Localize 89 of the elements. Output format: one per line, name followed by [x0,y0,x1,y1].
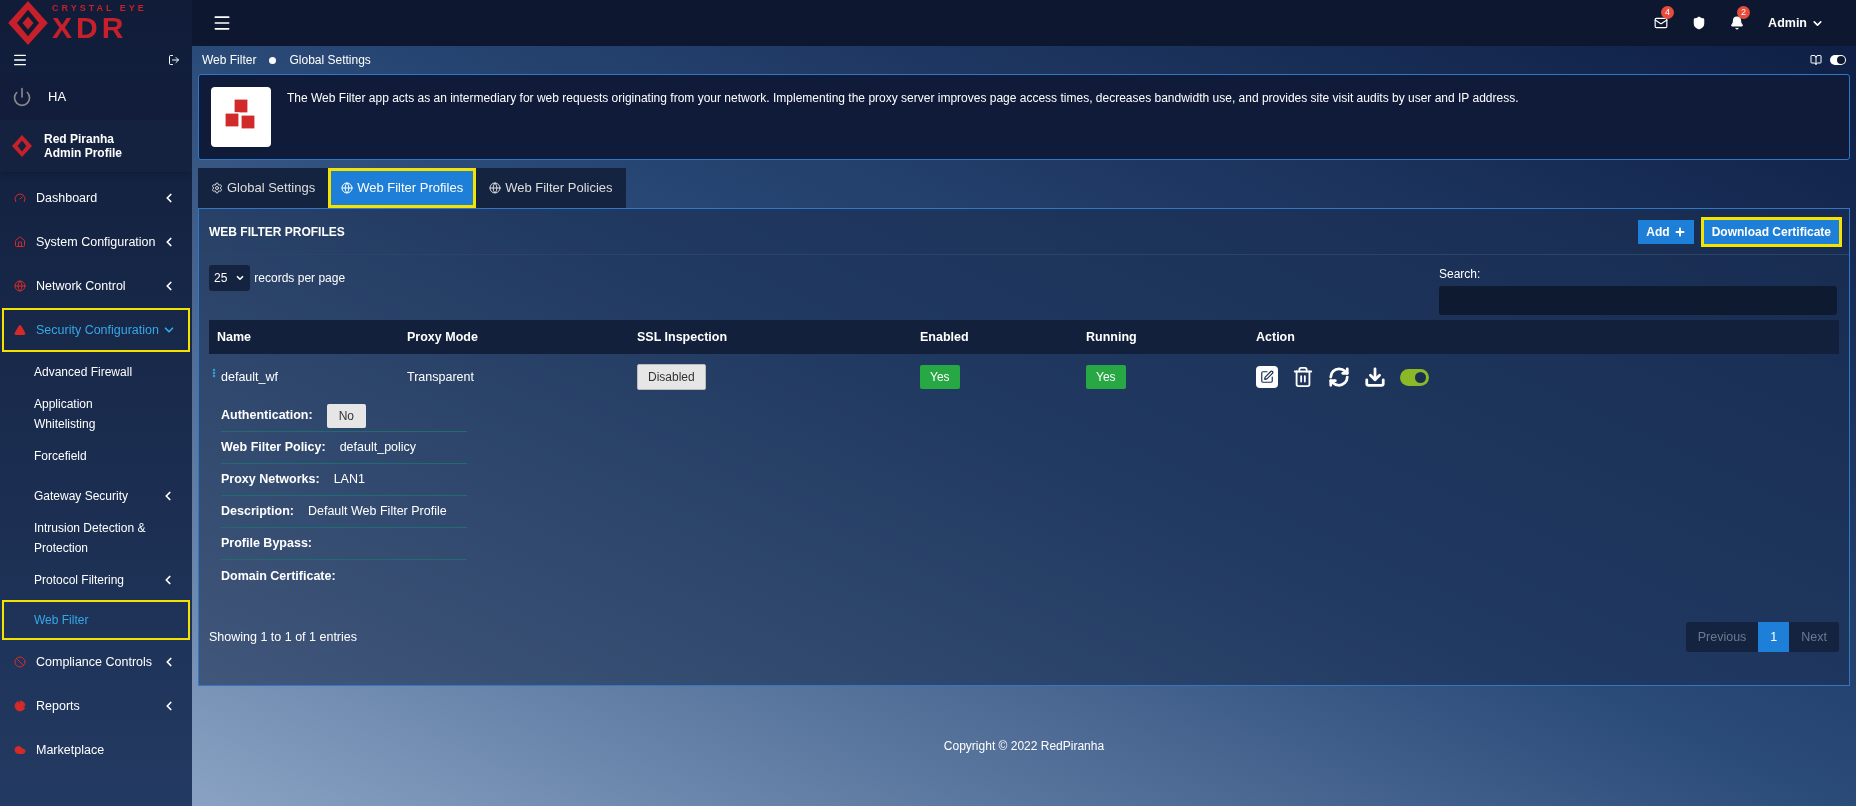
detail-value: Default Web Filter Profile [307,503,447,521]
breadcrumb-link[interactable]: Web Filter [202,51,257,69]
sidebar-subitem[interactable]: Protocol Filtering [2,560,190,600]
panel-title: WEB FILTER PROFILES [209,223,345,241]
sidebar-subitem[interactable]: Intrusion Detection & Protection [2,516,190,560]
shield-icon[interactable] [1692,16,1707,30]
power-icon [12,87,32,107]
status-badge: Yes [920,365,960,389]
ha-label: HA [48,88,67,107]
status-badge: Yes [1086,365,1126,389]
gears-icon [211,182,223,194]
detail-badge: No [326,403,366,428]
diamond-logo-icon [8,1,48,45]
sidebar-item[interactable]: Network Control [2,264,190,308]
tab[interactable]: Global Settings [198,168,329,208]
mail-icon[interactable] [1654,16,1669,30]
toggle-switch[interactable] [1400,368,1429,386]
gauge-icon [14,192,26,204]
bell-icon[interactable] [1730,16,1745,30]
globe-icon [341,182,354,194]
diamond-logo-icon [12,133,32,159]
sidebar-item[interactable]: Compliance Controls [2,640,190,684]
download-icon[interactable] [1364,366,1386,388]
house-icon [14,236,26,248]
book-icon[interactable] [1810,54,1822,66]
detail-label: Web Filter Policy: [221,439,326,457]
sidebar-item[interactable]: Dashboard [2,176,190,220]
page-button[interactable]: 1 [1758,622,1790,652]
menu-icon[interactable] [212,13,232,33]
action-button[interactable]: Add [1638,219,1694,244]
pie-chart-icon [14,700,26,712]
detail-label: Profile Bypass: [221,535,312,553]
count-badge: 2 [1737,6,1751,19]
trash-icon[interactable] [1292,366,1314,388]
logout-icon[interactable] [168,54,180,66]
entries-info: Showing 1 to 1 of 1 entries [209,628,357,646]
info-text: The Web Filter app acts as an intermediary for web requests originating from your network. Implementing the proxy server improves page access times, decreases bandwidth use, and provides site visit audits by user and IP address. [287,90,1519,107]
breadcrumb-current: Global Settings [289,52,371,69]
edit-icon[interactable] [1256,366,1278,388]
action-button[interactable]: Download Certificate [1703,219,1839,244]
plus-icon [1673,225,1686,238]
page-size-select[interactable]: 25 [209,265,251,291]
user-menu[interactable]: Admin [1768,13,1824,33]
sidebar-subitem[interactable]: Application Whitelisting [2,392,190,436]
column-header: Proxy Mode [407,328,479,346]
column-header: SSL Inspection [637,328,729,346]
search-label: Search: [1439,266,1482,283]
sidebar-item[interactable]: Reports [2,684,190,728]
sidebar-item[interactable]: Marketplace [2,728,190,772]
cloud-icon [14,744,26,756]
detail-value: LAN1 [333,471,365,489]
globe-icon [14,280,26,292]
profile-role: Admin Profile [44,146,122,160]
count-badge: 4 [1661,6,1675,19]
detail-value: default_policy [339,439,417,457]
toggle-icon[interactable] [1830,55,1846,65]
detail-label: Authentication: [221,407,313,425]
detail-label: Proxy Networks: [221,471,320,489]
column-header: Enabled [920,328,970,346]
refresh-icon[interactable] [1328,366,1350,388]
copyright-text: Copyright © 2022 RedPiranha [943,738,1105,755]
cubes-icon [211,87,271,147]
tab[interactable]: Web Filter Profiles [328,168,477,208]
logo-subtitle: CRYSTAL EYE [52,3,147,13]
status-badge: Disabled [637,364,706,390]
column-header: Name [217,328,253,346]
sidebar-item[interactable]: System Configuration [2,220,190,264]
detail-label: Description: [221,503,294,521]
table-cell: Transparent [407,369,474,384]
profile-name: Red Piranha [44,132,116,146]
sidebar-subitem[interactable]: Gateway Security [2,476,190,516]
breadcrumb-separator-icon [269,56,277,64]
page-size-label: records per page [254,270,346,287]
sidebar-item[interactable]: Security Configuration [2,308,190,352]
globe-icon [489,182,502,194]
triangle-icon [14,324,26,336]
caret-icon [235,273,246,283]
table-cell-text: default_wf [221,368,278,386]
column-header: Action [1256,328,1296,346]
sidebar-subitem[interactable]: Forcefield [2,436,190,476]
detail-label: Domain Certificate: [221,567,336,585]
logo-title: XDR [52,12,128,43]
sidebar-subitem[interactable]: Advanced Firewall [2,352,190,392]
ban-icon [14,656,26,668]
menu-icon[interactable] [12,52,28,68]
search-field[interactable] [1439,286,1837,315]
column-header: Running [1086,328,1138,346]
tab[interactable]: Web Filter Policies [476,168,626,208]
sidebar-subitem[interactable]: Web Filter [2,600,190,640]
